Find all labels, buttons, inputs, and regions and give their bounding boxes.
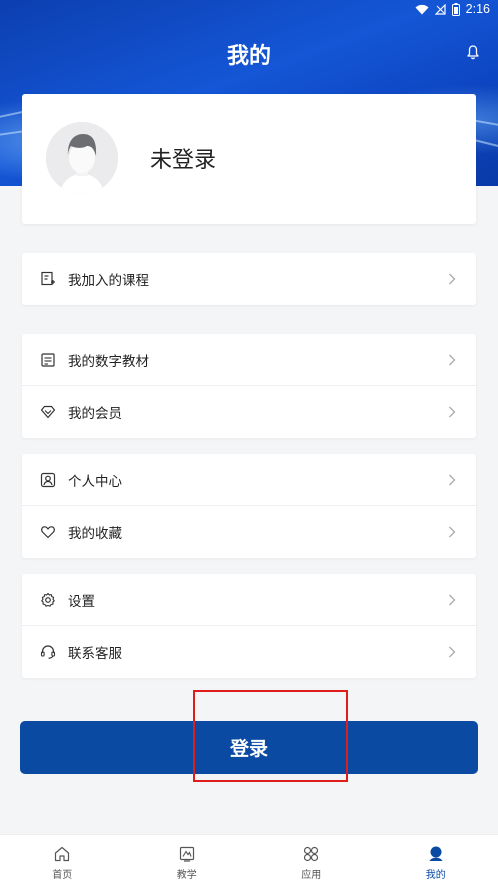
highlight-box: [193, 690, 348, 782]
tab-mine[interactable]: 我的: [374, 835, 498, 885]
textbook-icon: [41, 353, 55, 367]
tab-home[interactable]: 首页: [0, 835, 125, 885]
tab-apps[interactable]: 应用: [249, 835, 374, 885]
menu-item-label: 设置: [68, 593, 95, 610]
profile-icon: [429, 846, 443, 861]
menu-item-personal-center[interactable]: 个人中心: [22, 454, 476, 506]
chevron-right-icon: [449, 354, 456, 366]
signal-icon: [434, 3, 446, 15]
person-icon: [40, 472, 56, 488]
headset-icon: [40, 645, 56, 659]
tab-label: 首页: [52, 870, 73, 881]
wifi-icon: [415, 4, 429, 14]
login-state-text[interactable]: 未登录: [150, 142, 216, 174]
status-time: 2:16: [465, 2, 490, 16]
chevron-right-icon: [449, 594, 456, 606]
menu-item-favorites[interactable]: 我的收藏: [22, 506, 476, 558]
home-icon: [55, 846, 70, 862]
menu-item-label: 联系客服: [68, 646, 122, 662]
page-title: 我的: [226, 44, 271, 69]
menu-item-settings[interactable]: 设置: [22, 574, 476, 626]
profile-card[interactable]: 未登录: [22, 94, 476, 224]
menu-item-label: 我的收藏: [68, 526, 122, 542]
diamond-icon: [40, 405, 56, 419]
tab-label: 我的: [425, 870, 446, 881]
tab-teaching[interactable]: 教学: [125, 835, 250, 885]
menu-group-settings: 设置 联系客服: [22, 574, 476, 678]
menu-item-membership[interactable]: 我的会员: [22, 386, 476, 438]
menu-item-my-courses[interactable]: 我加入的课程: [22, 253, 476, 305]
menu-item-customer-service[interactable]: 联系客服: [22, 626, 476, 678]
chevron-right-icon: [449, 406, 456, 418]
chevron-right-icon: [449, 273, 456, 285]
heart-icon: [41, 526, 55, 539]
bell-icon[interactable]: [466, 44, 480, 60]
bottom-tab-bar: 首页 教学 应用 我的: [0, 834, 498, 885]
course-icon: [41, 271, 55, 286]
gear-icon: [41, 592, 55, 607]
default-avatar-icon: [46, 122, 118, 194]
status-bar: 2:16: [0, 0, 498, 20]
battery-icon: [451, 2, 460, 16]
avatar[interactable]: [46, 122, 118, 194]
menu-item-label: 个人中心: [68, 473, 122, 490]
menu-item-label: 我的数字教材: [68, 353, 149, 370]
menu-item-digital-textbooks[interactable]: 我的数字教材: [22, 334, 476, 386]
menu-group-courses: 我加入的课程: [22, 253, 476, 305]
menu-item-label: 我加入的课程: [68, 273, 149, 289]
chevron-right-icon: [449, 526, 456, 538]
chevron-right-icon: [449, 646, 456, 658]
menu-group-personal: 个人中心 我的收藏: [22, 454, 476, 558]
teaching-icon: [179, 846, 194, 862]
tab-label: 教学: [176, 870, 197, 881]
tab-label: 应用: [301, 870, 322, 881]
menu-item-label: 我的会员: [68, 406, 122, 422]
menu-group-materials: 我的数字教材 我的会员: [22, 334, 476, 438]
apps-icon: [304, 846, 319, 862]
chevron-right-icon: [449, 474, 456, 486]
